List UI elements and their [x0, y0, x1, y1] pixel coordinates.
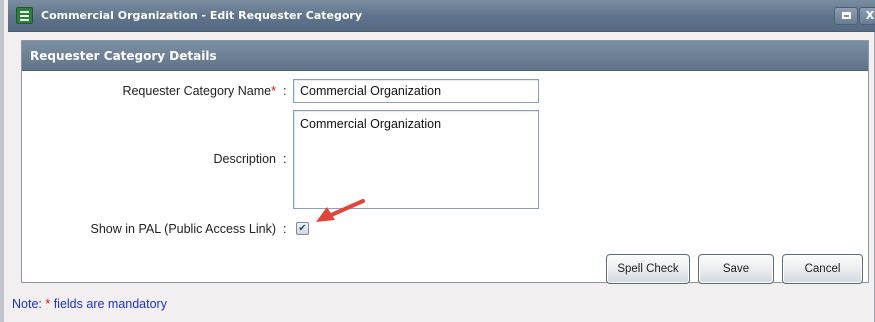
title-bar[interactable]: Commercial Organization - Edit Requester…: [8, 0, 875, 32]
panel-header: Requester Category Details: [22, 41, 868, 71]
cancel-button[interactable]: Cancel: [782, 254, 863, 284]
app-window-icon: [16, 7, 33, 24]
show-in-pal-checkbox[interactable]: ✔: [296, 222, 309, 235]
save-button[interactable]: Save: [698, 254, 774, 284]
category-name-label: Requester Category Name*: [122, 84, 276, 98]
maximize-button[interactable]: [834, 7, 858, 25]
close-button[interactable]: X: [859, 7, 875, 25]
colon: :: [283, 152, 287, 166]
mandatory-note: Note: * fields are mandatory: [12, 297, 167, 311]
category-name-input[interactable]: Commercial Organization: [293, 79, 539, 103]
colon: :: [283, 222, 287, 236]
required-marker: *: [271, 84, 276, 98]
window-title: Commercial Organization - Edit Requester…: [41, 9, 362, 22]
show-in-pal-label: Show in PAL (Public Access Link): [90, 222, 277, 236]
panel-title: Requester Category Details: [30, 49, 217, 63]
description-textarea[interactable]: Commercial Organization: [293, 110, 539, 209]
description-label: Description: [213, 152, 276, 166]
dialog-window: Commercial Organization - Edit Requester…: [0, 0, 875, 322]
maximize-icon: [841, 12, 851, 19]
red-arrow-annotation-icon: [316, 199, 365, 222]
spell-check-button[interactable]: Spell Check: [606, 254, 690, 284]
colon: :: [283, 84, 287, 98]
close-icon: X: [865, 9, 875, 22]
